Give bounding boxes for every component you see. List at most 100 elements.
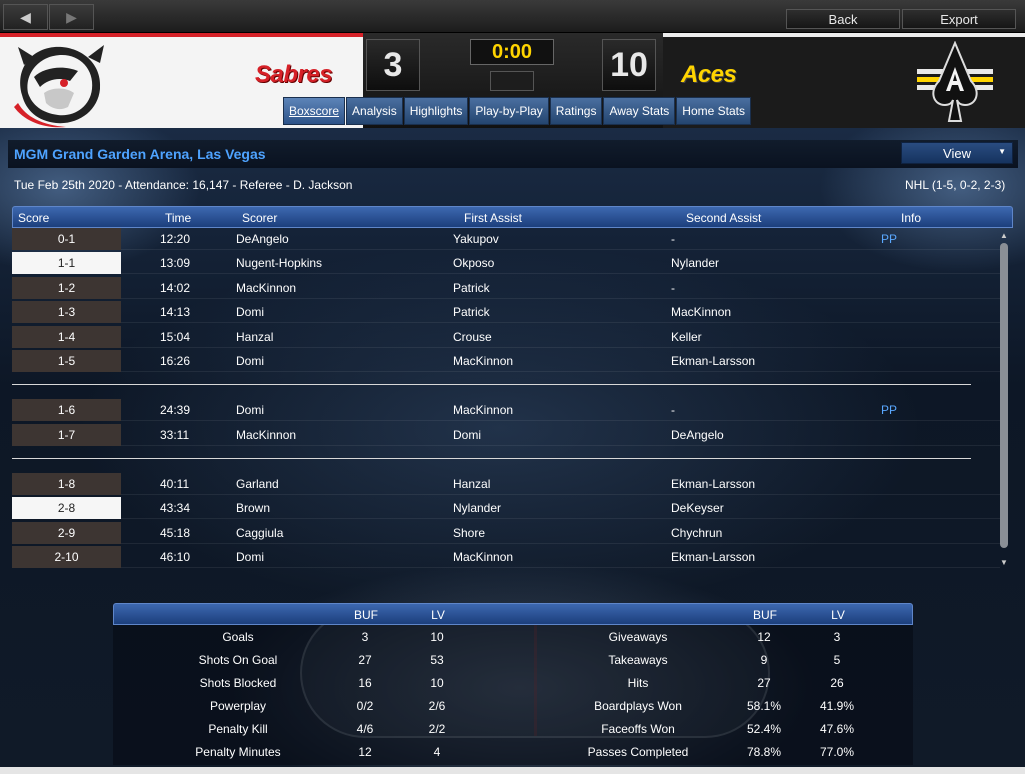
goal-row[interactable]: 2-8 43:34 Brown Nylander DeKeyser bbox=[12, 497, 1000, 520]
goal-row[interactable]: 1-1 13:09 Nugent-Hopkins Okposo Nylander bbox=[12, 252, 1000, 275]
goal-second-assist[interactable]: Nylander bbox=[671, 256, 719, 270]
top-toolbar: ◀ ▶ Back Export bbox=[0, 0, 1025, 33]
arrow-left-icon: ◀ bbox=[20, 8, 31, 25]
stat-label: Powerplay bbox=[209, 699, 267, 713]
goal-second-assist[interactable]: Ekman-Larsson bbox=[671, 550, 755, 564]
column-header-scorer[interactable]: Scorer bbox=[242, 211, 277, 225]
goal-row[interactable]: 1-4 15:04 Hanzal Crouse Keller bbox=[12, 325, 1000, 348]
goal-scorer[interactable]: Garland bbox=[236, 477, 279, 491]
goal-first-assist[interactable]: Okposo bbox=[453, 256, 494, 270]
goal-time: 43:34 bbox=[160, 501, 191, 516]
goal-first-assist[interactable]: Crouse bbox=[453, 330, 492, 344]
goal-first-assist[interactable]: MacKinnon bbox=[453, 403, 513, 417]
goal-scorer[interactable]: MacKinnon bbox=[236, 428, 296, 442]
period-separator bbox=[12, 384, 971, 386]
goals-scrollbar[interactable]: ▲ ▼ bbox=[999, 231, 1009, 567]
stat-buf-value: 3 bbox=[361, 630, 369, 644]
goal-second-assist[interactable]: MacKinnon bbox=[671, 305, 731, 319]
game-clock: 0:00 bbox=[470, 39, 554, 65]
goal-score: 1-1 bbox=[12, 252, 121, 275]
goal-scorer[interactable]: Domi bbox=[236, 550, 264, 564]
goal-row[interactable]: 0-1 12:20 DeAngelo Yakupov - PP bbox=[12, 228, 1000, 250]
goal-row[interactable]: 2-10 46:10 Domi MacKinnon Ekman-Larsson bbox=[12, 546, 1000, 568]
stat-buf-value: 0/2 bbox=[356, 699, 374, 713]
stats-row: Penalty Kill 4/6 2/2 Faceoffs Won 52.4% 47.6% bbox=[113, 717, 913, 740]
stat-label: Shots On Goal bbox=[198, 653, 278, 667]
stats-row: Powerplay 0/2 2/6 Boardplays Won 58.1% 41.9% bbox=[113, 694, 913, 717]
goal-scorer[interactable]: Hanzal bbox=[236, 330, 273, 344]
nav-back-button[interactable]: ◀ bbox=[3, 4, 48, 30]
goal-first-assist[interactable]: Patrick bbox=[453, 305, 490, 319]
scroll-up-icon[interactable]: ▲ bbox=[1000, 231, 1008, 240]
back-button[interactable]: Back bbox=[786, 9, 900, 29]
goal-scorer[interactable]: DeAngelo bbox=[236, 232, 289, 246]
stats-row: Goals 3 10 Giveaways 12 3 bbox=[113, 625, 913, 648]
goal-scorer[interactable]: MacKinnon bbox=[236, 281, 296, 295]
tab-away-stats[interactable]: Away Stats bbox=[603, 97, 676, 125]
tab-play-by-play[interactable]: Play-by-Play bbox=[469, 97, 549, 125]
column-header-info[interactable]: Info bbox=[901, 211, 921, 225]
column-header-score[interactable]: Score bbox=[18, 211, 49, 225]
goal-first-assist[interactable]: Hanzal bbox=[453, 477, 490, 491]
goal-score: 1-6 bbox=[12, 399, 121, 422]
goal-row[interactable]: 1-6 24:39 Domi MacKinnon - PP bbox=[12, 399, 1000, 422]
arena-title-bar: MGM Grand Garden Arena, Las Vegas View ▼ bbox=[8, 140, 1018, 168]
goal-second-assist[interactable]: - bbox=[671, 403, 675, 417]
goal-second-assist[interactable]: Chychrun bbox=[671, 526, 722, 540]
tab-home-stats[interactable]: Home Stats bbox=[676, 97, 751, 125]
team-stats-table: Goals 3 10 Giveaways 12 3 Shots On Goal 27 53 Tak… bbox=[113, 625, 913, 765]
goal-row[interactable]: 2-9 45:18 Caggiula Shore Chychrun bbox=[12, 521, 1000, 544]
team-stats-header: BUF LV BUF LV bbox=[113, 603, 913, 625]
stat-buf-value: 9 bbox=[760, 653, 768, 667]
goal-first-assist[interactable]: Nylander bbox=[453, 501, 501, 515]
tab-highlights[interactable]: Highlights bbox=[403, 97, 469, 125]
stat-buf-value: 27 bbox=[757, 676, 771, 690]
goal-time: 14:13 bbox=[160, 305, 191, 320]
goal-score: 1-5 bbox=[12, 350, 121, 372]
goal-scorer[interactable]: Domi bbox=[236, 305, 264, 319]
stat-lv-value: 26 bbox=[830, 676, 844, 690]
tab-boxscore[interactable]: Boxscore bbox=[283, 97, 346, 125]
goal-scorer[interactable]: Nugent-Hopkins bbox=[236, 256, 322, 270]
scroll-thumb[interactable] bbox=[1000, 243, 1008, 548]
stat-lv-value: 10 bbox=[430, 676, 444, 690]
stat-lv-value: 4 bbox=[433, 745, 441, 759]
goal-scorer[interactable]: Domi bbox=[236, 354, 264, 368]
goal-first-assist[interactable]: Yakupov bbox=[453, 232, 499, 246]
export-button[interactable]: Export bbox=[902, 9, 1016, 29]
game-info: Tue Feb 25th 2020 - Attendance: 16,147 -… bbox=[14, 178, 353, 192]
goal-first-assist[interactable]: MacKinnon bbox=[453, 550, 513, 564]
stat-lv-value: 2/2 bbox=[428, 722, 446, 736]
goal-second-assist[interactable]: - bbox=[671, 281, 675, 295]
tab-analysis[interactable]: Analysis bbox=[346, 97, 403, 125]
nav-forward-button[interactable]: ▶ bbox=[49, 4, 94, 30]
goal-second-assist[interactable]: DeKeyser bbox=[671, 501, 724, 515]
stat-buf-value: 52.4% bbox=[746, 722, 782, 736]
boxscore-tabs: Boxscore Analysis Highlights Play-by-Pla… bbox=[283, 97, 752, 125]
stat-buf-value: 16 bbox=[358, 676, 372, 690]
goal-row[interactable]: 1-2 14:02 MacKinnon Patrick - bbox=[12, 276, 1000, 299]
goal-second-assist[interactable]: Ekman-Larsson bbox=[671, 477, 755, 491]
goal-first-assist[interactable]: Domi bbox=[453, 428, 481, 442]
goal-scorer[interactable]: Caggiula bbox=[236, 526, 283, 540]
stat-lv-value: 47.6% bbox=[819, 722, 855, 736]
column-header-time[interactable]: Time bbox=[165, 211, 191, 225]
goal-row[interactable]: 1-3 14:13 Domi Patrick MacKinnon bbox=[12, 301, 1000, 324]
goal-scorer[interactable]: Domi bbox=[236, 403, 264, 417]
goal-first-assist[interactable]: Shore bbox=[453, 526, 485, 540]
column-header-first-assist[interactable]: First Assist bbox=[464, 211, 522, 225]
goal-row[interactable]: 1-8 40:11 Garland Hanzal Ekman-Larsson bbox=[12, 472, 1000, 495]
view-dropdown[interactable]: View ▼ bbox=[901, 142, 1013, 164]
goal-second-assist[interactable]: - bbox=[671, 232, 675, 246]
goal-scorer[interactable]: Brown bbox=[236, 501, 270, 515]
goal-second-assist[interactable]: DeAngelo bbox=[671, 428, 724, 442]
goal-second-assist[interactable]: Keller bbox=[671, 330, 702, 344]
goal-first-assist[interactable]: MacKinnon bbox=[453, 354, 513, 368]
scroll-down-icon[interactable]: ▼ bbox=[1000, 558, 1008, 567]
goal-second-assist[interactable]: Ekman-Larsson bbox=[671, 354, 755, 368]
goal-row[interactable]: 1-5 16:26 Domi MacKinnon Ekman-Larsson bbox=[12, 350, 1000, 372]
tab-ratings[interactable]: Ratings bbox=[549, 97, 603, 125]
goal-row[interactable]: 1-7 33:11 MacKinnon Domi DeAngelo bbox=[12, 423, 1000, 446]
goal-first-assist[interactable]: Patrick bbox=[453, 281, 490, 295]
column-header-second-assist[interactable]: Second Assist bbox=[686, 211, 761, 225]
